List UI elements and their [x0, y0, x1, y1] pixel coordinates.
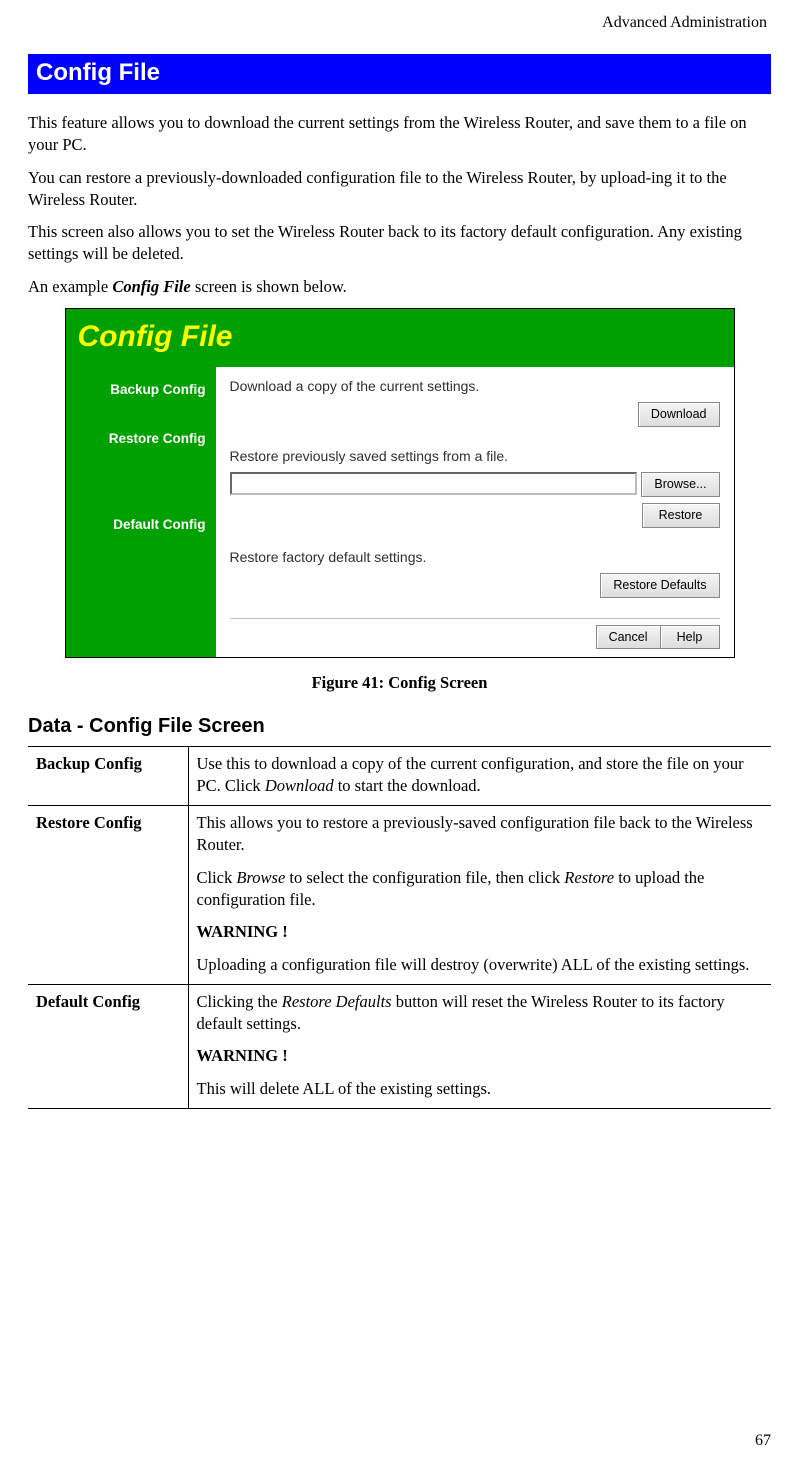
r3-p1-pre: Clicking the [197, 992, 282, 1011]
intro-paragraph-2: You can restore a previously-downloaded … [28, 167, 771, 212]
r2-p2-pre: Click [197, 868, 237, 887]
r2-p2-mid: to select the configuration file, then c… [285, 868, 564, 887]
r3-restoredef-em: Restore Defaults [282, 992, 392, 1011]
cancel-button[interactable]: Cancel [596, 625, 661, 650]
intro-paragraph-1: This feature allows you to download the … [28, 112, 771, 157]
intro-p4-pre: An example [28, 277, 112, 296]
screenshot-content: Download a copy of the current settings.… [216, 367, 734, 657]
row-default-value: Clicking the Restore Defaults button wil… [188, 984, 771, 1108]
r3-p2: This will delete ALL of the existing set… [197, 1078, 764, 1100]
r2-browse-em: Browse [236, 868, 285, 887]
r2-p1: This allows you to restore a previously-… [197, 812, 764, 857]
download-button[interactable]: Download [638, 402, 720, 427]
restore-description: Restore previously saved settings from a… [230, 447, 720, 466]
table-row: Default Config Clicking the Restore Defa… [28, 984, 771, 1108]
file-path-input[interactable] [230, 472, 638, 495]
help-button[interactable]: Help [660, 625, 720, 650]
r3-p1: Clicking the Restore Defaults button wil… [197, 991, 764, 1036]
figure-container: Config File Backup Config Restore Config… [28, 308, 771, 659]
row-backup-key: Backup Config [28, 746, 188, 806]
figure-caption: Figure 41: Config Screen [28, 672, 771, 694]
restore-button[interactable]: Restore [642, 503, 720, 528]
r1-download-em: Download [265, 776, 334, 795]
intro-paragraph-4: An example Config File screen is shown b… [28, 276, 771, 298]
backup-description: Download a copy of the current settings. [230, 377, 720, 396]
r3-warning: WARNING ! [197, 1045, 764, 1067]
restore-defaults-button[interactable]: Restore Defaults [600, 573, 719, 598]
sidebar-backup-config[interactable]: Backup Config [66, 375, 216, 423]
page-header-category: Advanced Administration [28, 12, 767, 34]
r2-warning: WARNING ! [197, 921, 764, 943]
intro-p4-emphasis: Config File [112, 277, 190, 296]
row-backup-value: Use this to download a copy of the curre… [188, 746, 771, 806]
intro-paragraph-3: This screen also allows you to set the W… [28, 221, 771, 266]
screenshot-title: Config File [66, 309, 734, 368]
table-row: Restore Config This allows you to restor… [28, 806, 771, 985]
table-row: Backup Config Use this to download a cop… [28, 746, 771, 806]
default-description: Restore factory default settings. [230, 548, 720, 567]
intro-p4-post: screen is shown below. [191, 277, 347, 296]
row-restore-value: This allows you to restore a previously-… [188, 806, 771, 985]
sidebar-default-config[interactable]: Default Config [66, 510, 216, 558]
screenshot-sidebar: Backup Config Restore Config Default Con… [66, 367, 216, 657]
data-table: Backup Config Use this to download a cop… [28, 746, 771, 1109]
section-banner-config-file: Config File [28, 54, 771, 94]
data-table-heading: Data - Config File Screen [28, 713, 771, 740]
r2-p2: Click Browse to select the configuration… [197, 867, 764, 912]
r2-p3: Uploading a configuration file will dest… [197, 954, 764, 976]
config-screenshot: Config File Backup Config Restore Config… [65, 308, 735, 659]
r2-restore-em: Restore [564, 868, 614, 887]
browse-button[interactable]: Browse... [641, 472, 719, 497]
r1-post: to start the download. [334, 776, 481, 795]
page-number: 67 [755, 1430, 771, 1452]
row-restore-key: Restore Config [28, 806, 188, 985]
sidebar-restore-config[interactable]: Restore Config [66, 424, 216, 510]
row-default-key: Default Config [28, 984, 188, 1108]
